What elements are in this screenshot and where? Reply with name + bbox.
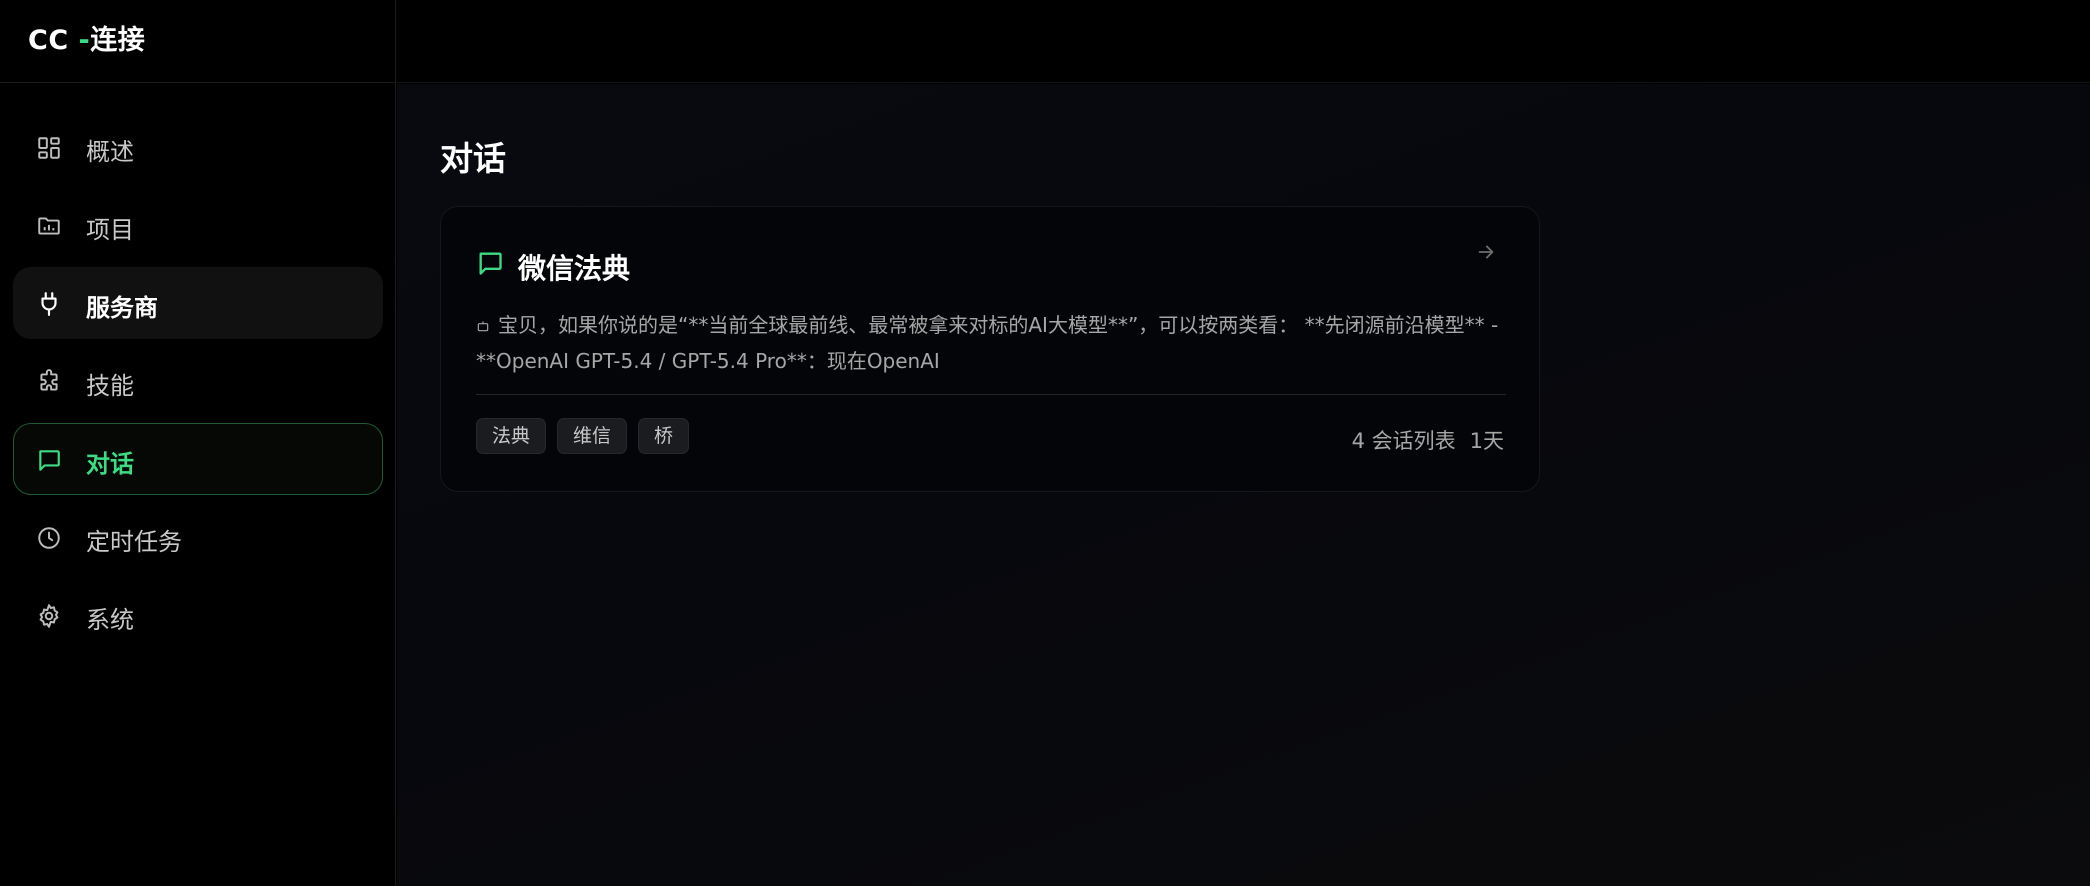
brand-header: CC -连接: [0, 0, 396, 83]
sidebar-nav: 概述 项目 服务商 技能 对话 定时任务 系统: [13, 111, 383, 657]
conversation-card[interactable]: 微信法典 宝贝，如果你说的是“**当前全球最前线、最常被拿来对标的AI大模型**…: [440, 206, 1540, 492]
conversation-preview-text: 宝贝，如果你说的是“**当前全球最前线、最常被拿来对标的AI大模型**”，可以按…: [476, 313, 1499, 373]
sidebar-item-label: 技能: [86, 372, 134, 400]
brand-prefix: CC: [28, 25, 79, 56]
sidebar-item-overview[interactable]: 概述: [13, 111, 383, 183]
puzzle-icon: [35, 368, 63, 396]
gear-icon: [35, 602, 63, 630]
conversation-age: 1天: [1469, 429, 1504, 453]
page-title: 对话: [440, 139, 506, 178]
brand-suffix: 连接: [90, 25, 146, 56]
conversation-preview: 宝贝，如果你说的是“**当前全球最前线、最常被拿来对标的AI大模型**”，可以按…: [476, 307, 1506, 379]
arrow-right-icon[interactable]: [1475, 241, 1499, 265]
tag-badge: 维信: [557, 418, 628, 454]
clock-icon: [35, 524, 63, 552]
plug-icon: [35, 290, 63, 318]
brand-dash: -: [78, 25, 91, 56]
app-logo[interactable]: CC -连接: [28, 18, 145, 57]
sidebar-item-label: 服务商: [86, 294, 158, 322]
sidebar-item-projects[interactable]: 项目: [13, 189, 383, 261]
tag-badge: 桥: [638, 418, 690, 454]
dashboard-grid-icon: [35, 134, 63, 162]
conversation-tags: 法典 维信 桥: [476, 418, 690, 454]
sidebar-item-scheduled-tasks[interactable]: 定时任务: [13, 501, 383, 573]
folder-icon: [35, 212, 63, 240]
sidebar-item-label: 对话: [86, 450, 134, 478]
chat-bubble-icon: [476, 249, 506, 279]
sidebar-item-system[interactable]: 系统: [13, 579, 383, 651]
main-content: 对话 微信法典 宝贝，如果你说的是“**当前全球最前线、最常被拿来对标的AI大模…: [397, 84, 2090, 886]
chat-bubble-icon: [35, 446, 63, 474]
sidebar-item-label: 系统: [86, 606, 134, 634]
tag-badge: 法典: [476, 418, 547, 454]
bot-icon: [476, 308, 492, 332]
conversation-meta: 4 会话列表 1天: [1352, 425, 1504, 455]
sidebar-item-skills[interactable]: 技能: [13, 345, 383, 417]
card-divider: [476, 394, 1506, 395]
app-root: CC -连接 概述 项目 服务商 技能 对话 定时任务 系统 对话 微信法典 宝…: [0, 0, 2090, 886]
top-bar: [397, 0, 2090, 83]
sidebar-item-label: 概述: [86, 138, 134, 166]
session-count: 4 会话列表: [1351, 429, 1456, 453]
sidebar: CC -连接 概述 项目 服务商 技能 对话 定时任务 系统: [0, 0, 396, 886]
conversation-title: 微信法典: [518, 252, 631, 285]
sidebar-item-providers[interactable]: 服务商: [13, 267, 383, 339]
sidebar-item-conversations[interactable]: 对话: [13, 423, 383, 495]
sidebar-item-label: 项目: [86, 216, 134, 244]
sidebar-item-label: 定时任务: [86, 528, 182, 556]
